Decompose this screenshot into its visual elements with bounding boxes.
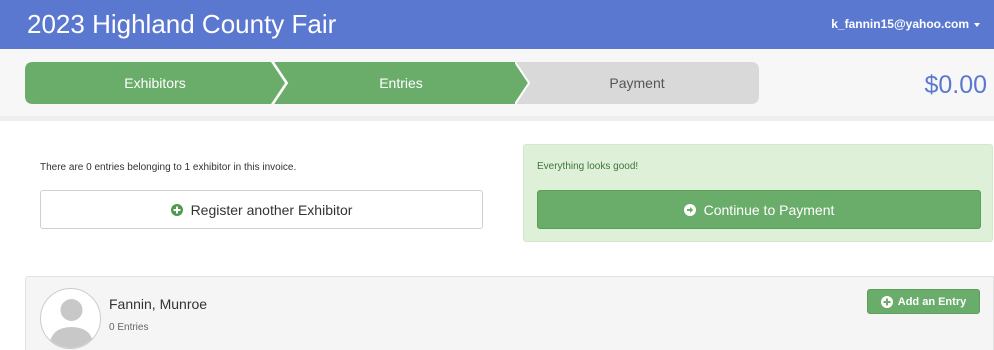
- continue-to-payment-button[interactable]: Continue to Payment: [537, 190, 981, 229]
- invoice-total: $0.00: [924, 71, 987, 99]
- status-panel: Everything looks good! Continue to Payme…: [523, 144, 993, 242]
- continue-to-payment-label: Continue to Payment: [703, 201, 835, 218]
- exhibitor-entries-count: 0 Entries: [109, 322, 149, 333]
- chevron-down-icon: [974, 23, 980, 27]
- checkout-steps: Exhibitors Entries Payment: [25, 62, 759, 104]
- add-entry-button[interactable]: Add an Entry: [867, 289, 980, 314]
- step-label: Exhibitors: [124, 75, 186, 91]
- user-account-menu[interactable]: k_fannin15@yahoo.com: [831, 17, 980, 31]
- step-payment[interactable]: Payment: [515, 62, 759, 104]
- step-label: Payment: [609, 75, 665, 91]
- exhibitor-card: Fannin, Munroe 0 Entries Add an Entry: [25, 276, 994, 350]
- step-label: Entries: [379, 75, 423, 91]
- person-silhouette-icon: [49, 299, 94, 348]
- add-entry-label: Add an Entry: [897, 295, 967, 308]
- step-entries[interactable]: Entries: [273, 62, 529, 104]
- plus-circle-icon: [170, 203, 183, 216]
- plus-circle-icon: [880, 295, 893, 308]
- user-email: k_fannin15@yahoo.com: [831, 17, 969, 31]
- exhibitor-name: Fannin, Munroe: [109, 296, 208, 312]
- register-exhibitor-label: Register another Exhibitor: [190, 201, 353, 218]
- section-divider: [0, 116, 994, 121]
- progress-band: Exhibitors Entries Payment $0.00: [0, 49, 994, 116]
- fair-title[interactable]: 2023 Highland County Fair: [27, 7, 336, 41]
- avatar: [40, 288, 101, 349]
- arrow-right-circle-icon: [683, 203, 696, 216]
- invoice-summary-text: There are 0 entries belonging to 1 exhib…: [40, 162, 297, 173]
- step-exhibitors[interactable]: Exhibitors: [25, 62, 285, 104]
- register-exhibitor-button[interactable]: Register another Exhibitor: [40, 190, 483, 229]
- top-navbar: 2023 Highland County Fair k_fannin15@yah…: [0, 0, 994, 49]
- status-message: Everything looks good!: [537, 161, 639, 172]
